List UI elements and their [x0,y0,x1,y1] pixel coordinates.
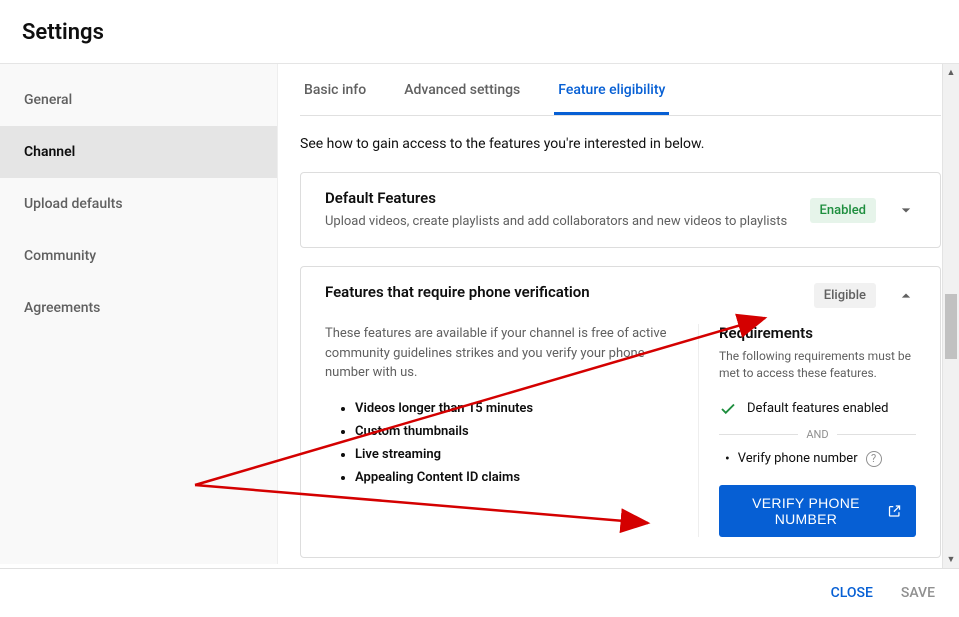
requirement-done: Default features enabled [719,400,916,418]
help-icon[interactable]: ? [866,451,882,467]
feature-item: Videos longer than 15 minutes [355,401,686,416]
open-external-icon [887,502,902,520]
close-button[interactable]: CLOSE [831,585,873,601]
card-default-features: Default Features Upload videos, create p… [300,172,941,248]
settings-main: Basic info Advanced settings Feature eli… [278,64,959,564]
sidebar-item-channel[interactable]: Channel [0,126,277,178]
intro-text: See how to gain access to the features y… [300,136,941,152]
tab-feature-eligibility[interactable]: Feature eligibility [554,64,669,115]
scroll-down-icon[interactable]: ▼ [943,551,959,568]
card-default-sub: Upload videos, create playlists and add … [325,213,810,231]
check-icon [719,400,737,418]
chevron-up-icon[interactable] [896,286,916,306]
dialog-footer: CLOSE SAVE [0,568,959,617]
sidebar-item-general[interactable]: General [0,74,277,126]
status-badge-enabled: Enabled [810,198,877,223]
tab-basic-info[interactable]: Basic info [300,64,370,115]
sidebar-item-upload-defaults[interactable]: Upload defaults [0,178,277,230]
tab-advanced-settings[interactable]: Advanced settings [400,64,524,115]
sidebar-item-agreements[interactable]: Agreements [0,282,277,334]
settings-sidebar: General Channel Upload defaults Communit… [0,64,278,564]
scroll-up-icon[interactable]: ▲ [943,64,959,81]
page-title: Settings [22,20,937,45]
card-default-title: Default Features [325,189,810,207]
requirements-sub: The following requirements must be met t… [719,348,916,382]
settings-header: Settings [0,0,959,64]
feature-item: Appealing Content ID claims [355,470,686,485]
sidebar-item-community[interactable]: Community [0,230,277,282]
scroll-thumb[interactable] [945,294,957,359]
tab-bar: Basic info Advanced settings Feature eli… [300,64,941,116]
verify-phone-button[interactable]: VERIFY PHONE NUMBER [719,485,916,537]
status-badge-eligible: Eligible [814,283,876,308]
scrollbar[interactable]: ▲ ▼ [942,64,959,568]
card-phone-verification: Features that require phone verification… [300,266,941,558]
card-phone-desc: These features are available if your cha… [325,324,686,383]
feature-list: Videos longer than 15 minutes Custom thu… [325,401,686,485]
requirements-title: Requirements [719,324,916,342]
chevron-down-icon[interactable] [896,200,916,220]
save-button[interactable]: SAVE [901,585,935,601]
and-separator: AND [719,428,916,441]
feature-item: Custom thumbnails [355,424,686,439]
card-phone-title: Features that require phone verification [325,283,814,301]
requirement-pending: Verify phone number ? [719,451,916,467]
feature-item: Live streaming [355,447,686,462]
